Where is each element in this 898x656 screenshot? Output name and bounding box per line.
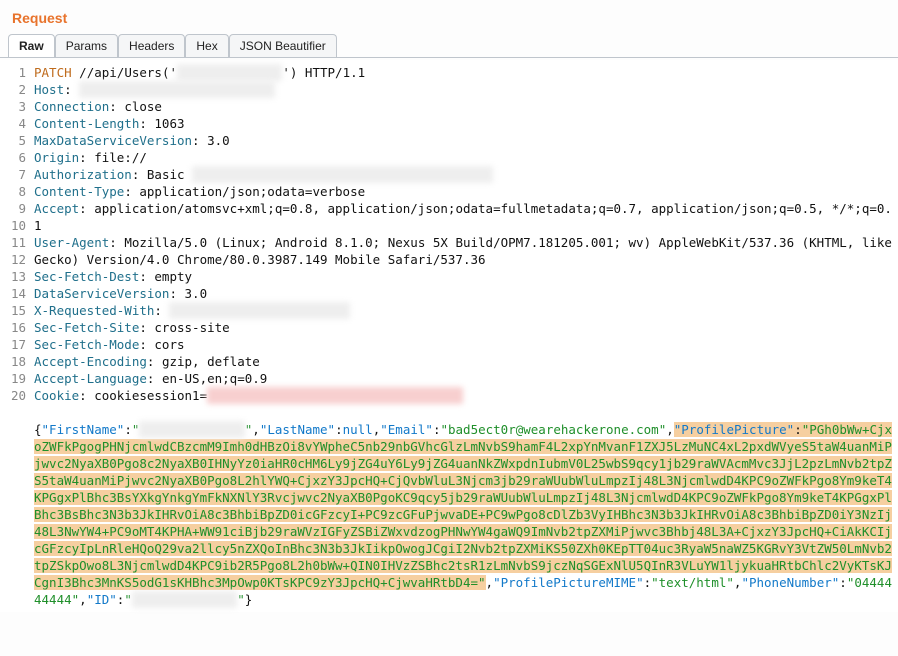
line-number: 20 — [0, 387, 26, 404]
tab-strip: RawParamsHeadersHexJSON Beautifier — [0, 34, 898, 57]
line-number: 6 — [0, 149, 26, 166]
raw-request-text[interactable]: PATCH //api/Users('xxxxxxxxxxxxxx') HTTP… — [32, 60, 898, 612]
line-number: 19 — [0, 370, 26, 387]
tab-raw[interactable]: Raw — [8, 34, 55, 57]
line-number: 14 — [0, 285, 26, 302]
line-number: 9 — [0, 200, 26, 217]
request-body-area: 1234567891011121314151617181920 PATCH //… — [0, 60, 898, 612]
line-number: 4 — [0, 115, 26, 132]
tab-params[interactable]: Params — [55, 34, 118, 57]
line-number: 18 — [0, 353, 26, 370]
line-number: 5 — [0, 132, 26, 149]
line-number: 3 — [0, 98, 26, 115]
tab-json-beautifier[interactable]: JSON Beautifier — [229, 34, 337, 57]
line-number: 2 — [0, 81, 26, 98]
line-number: 17 — [0, 336, 26, 353]
line-number: 10 — [0, 217, 26, 234]
line-number: 7 — [0, 166, 26, 183]
line-number: 16 — [0, 319, 26, 336]
line-number: 13 — [0, 268, 26, 285]
line-number: 11 — [0, 234, 26, 251]
tab-hex[interactable]: Hex — [185, 34, 228, 57]
tab-headers[interactable]: Headers — [118, 34, 185, 57]
line-number: 12 — [0, 251, 26, 268]
line-number-gutter: 1234567891011121314151617181920 — [0, 60, 32, 612]
line-number: 8 — [0, 183, 26, 200]
line-number: 15 — [0, 302, 26, 319]
line-number: 1 — [0, 64, 26, 81]
section-title: Request — [0, 0, 898, 34]
